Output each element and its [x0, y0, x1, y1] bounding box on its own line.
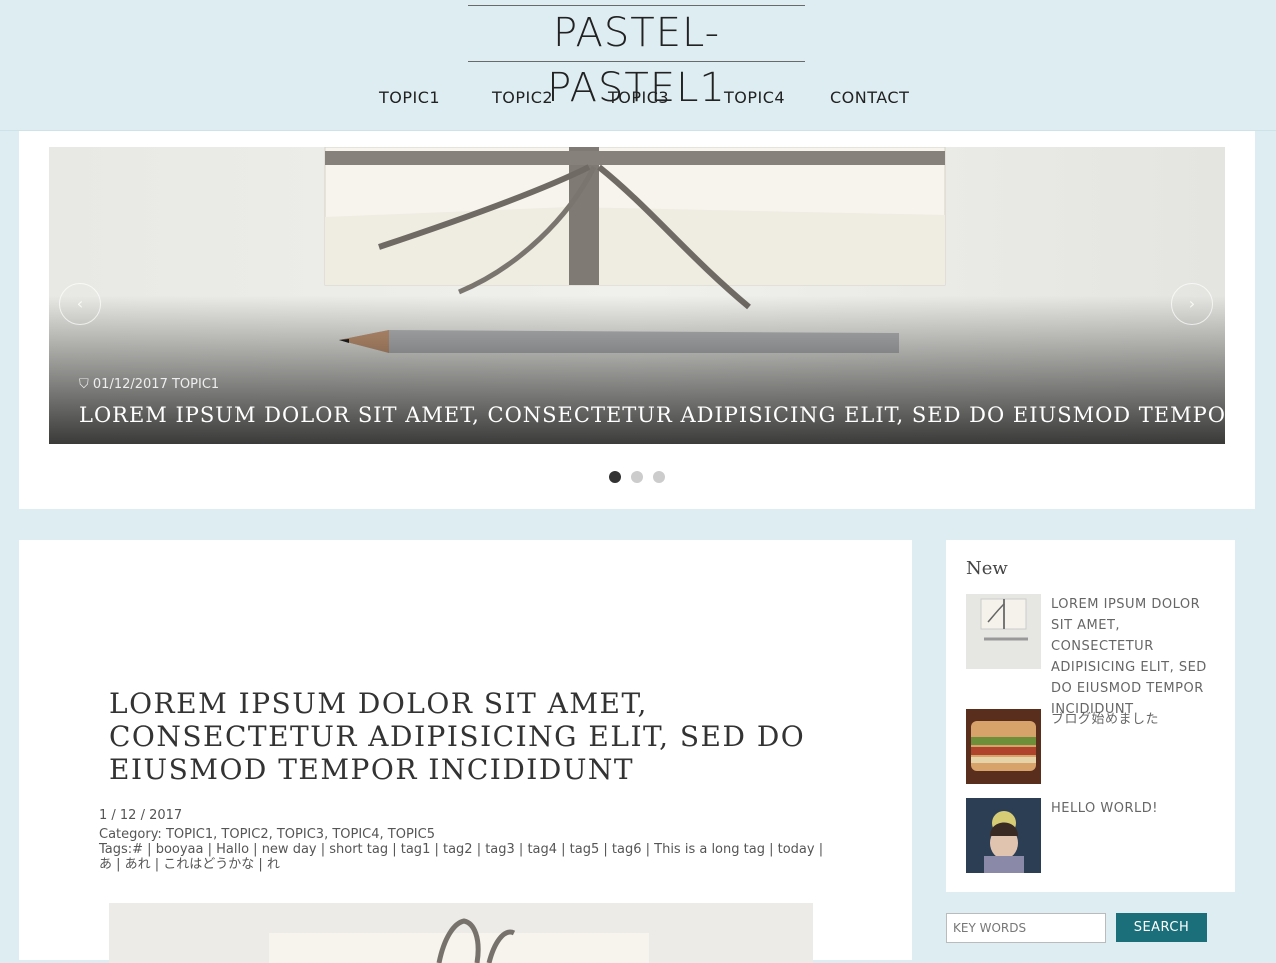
slider-dot-1[interactable] [609, 471, 621, 483]
slider-dot-2[interactable] [631, 471, 643, 483]
slider-dots [609, 468, 675, 487]
nav-item-topic3[interactable]: TOPIC3 [608, 88, 669, 107]
nav-item-contact[interactable]: CONTACT [830, 88, 909, 107]
search-button[interactable]: SEARCH [1116, 913, 1207, 942]
sidebar-heading: New [966, 558, 1008, 579]
post-title[interactable]: Lorem ipsum dolor sit amet, consectetur … [109, 687, 809, 786]
slide-title[interactable]: Lorem ipsum dolor sit amet, consectetur … [79, 403, 1225, 427]
slider-dot-3[interactable] [653, 471, 665, 483]
slide-photo [49, 147, 1225, 444]
featured-slider: ⛉ 01/12/2017 TOPIC1 Lorem ipsum dolor si… [19, 131, 1255, 509]
sidebar-item-title[interactable]: Hello world! [1051, 798, 1221, 819]
site-title[interactable]: PASTEL-PASTEL1 [468, 5, 805, 111]
post-image [109, 903, 813, 963]
slide-topic[interactable]: TOPIC1 [172, 377, 219, 392]
slider-prev-button[interactable]: ‹ [59, 283, 101, 325]
sidebar-thumbnail[interactable] [966, 594, 1041, 669]
sidebar-item-title[interactable]: ブログ始めました [1051, 709, 1221, 730]
slide-image[interactable]: ⛉ 01/12/2017 TOPIC1 Lorem ipsum dolor si… [49, 147, 1225, 444]
slide-date: 01/12/2017 [92, 377, 168, 392]
nav-item-topic1[interactable]: TOPIC1 [379, 88, 440, 107]
search-input[interactable] [946, 913, 1106, 943]
bookmark-icon: ⛉ [79, 377, 89, 392]
site-header: PASTEL-PASTEL1 TOPIC1 TOPIC2 TOPIC3 TOPI… [0, 0, 1276, 131]
nav-item-topic4[interactable]: TOPIC4 [724, 88, 785, 107]
sidebar-thumbnail[interactable] [966, 709, 1041, 784]
slider-next-button[interactable]: › [1171, 283, 1213, 325]
post-categories[interactable]: Category: TOPIC1, TOPIC2, TOPIC3, TOPIC4… [99, 827, 435, 842]
nav-item-topic2[interactable]: TOPIC2 [492, 88, 553, 107]
sidebar-new-posts: New Lorem ipsum dolor sit amet, consecte… [946, 540, 1235, 892]
post-date: 1 / 12 / 2017 [99, 808, 183, 823]
slide-meta: ⛉ 01/12/2017 TOPIC1 [79, 377, 219, 392]
main-nav: TOPIC1 TOPIC2 TOPIC3 TOPIC4 CONTACT [0, 88, 1276, 114]
post-tags[interactable]: Tags:# | booyaa | Hallo | new day | shor… [99, 842, 839, 872]
sidebar-item-title[interactable]: Lorem ipsum dolor sit amet, consectetur … [1051, 594, 1221, 720]
main-content: Lorem ipsum dolor sit amet, consectetur … [19, 540, 912, 963]
sidebar-thumbnail[interactable] [966, 798, 1041, 873]
